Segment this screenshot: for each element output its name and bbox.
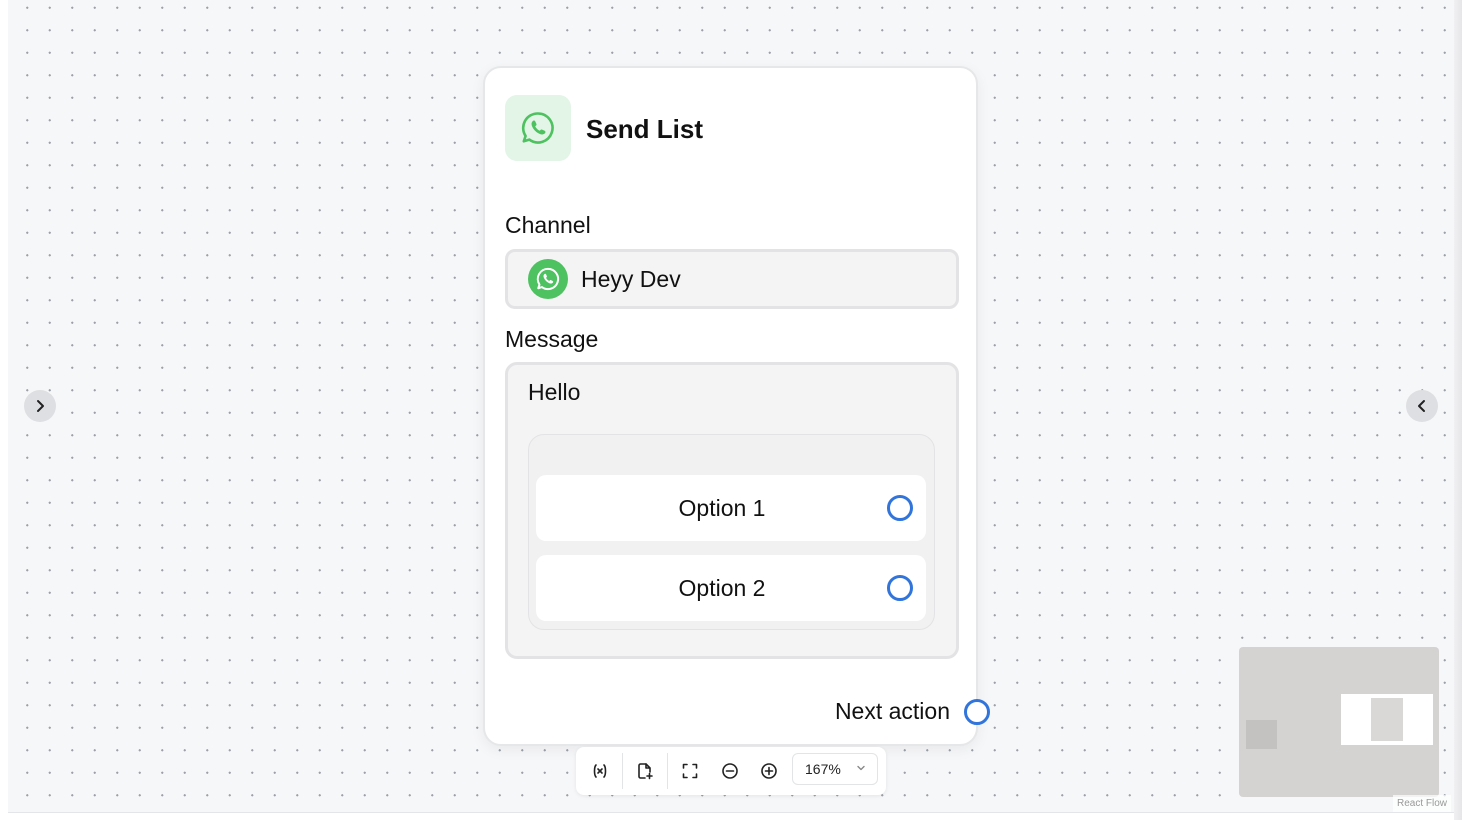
toolbar-divider [622, 753, 623, 789]
minimap-node [1371, 698, 1403, 741]
node-title: Send List [586, 114, 704, 144]
option-label: Option 1 [678, 494, 766, 521]
whatsapp-icon [521, 112, 554, 144]
expand-right-panel-button[interactable] [1406, 390, 1438, 422]
channel-name: Heyy Dev [581, 265, 681, 292]
window-edge [1454, 0, 1462, 820]
options-list: Option 1 Option 2 [528, 434, 935, 630]
toolbar-divider [667, 753, 668, 789]
fit-view-icon [682, 763, 698, 779]
option-1-connection-handle[interactable] [887, 495, 913, 521]
message-text: Hello [528, 379, 581, 405]
zoom-in-button[interactable] [755, 757, 783, 785]
zoom-in-icon [761, 763, 777, 779]
add-file-button[interactable] [631, 757, 659, 785]
zoom-level-value: 167% [805, 761, 841, 777]
zoom-out-button[interactable] [716, 757, 744, 785]
react-flow-attribution[interactable]: React Flow [1393, 795, 1452, 812]
chevron-down-icon [857, 765, 865, 771]
minimap-node [1246, 720, 1277, 749]
message-label: Message [505, 326, 599, 352]
add-file-icon [638, 763, 653, 780]
node-icon-badge [505, 95, 571, 161]
fit-view-button[interactable] [676, 757, 704, 785]
minimap[interactable] [1239, 647, 1439, 797]
next-action-connection-handle[interactable] [964, 699, 990, 725]
chevron-left-icon [1418, 400, 1425, 412]
channel-label: Channel [505, 212, 591, 238]
variables-button[interactable] [586, 757, 614, 785]
chevron-right-icon [37, 400, 44, 412]
expand-left-panel-button[interactable] [24, 390, 56, 422]
list-option-1[interactable]: Option 1 [536, 475, 926, 541]
zoom-out-icon [722, 763, 738, 779]
zoom-level-select[interactable]: 167% [792, 753, 878, 785]
send-list-node[interactable]: Send List Channel Heyy Dev Message Hello… [483, 66, 978, 746]
channel-avatar [528, 259, 568, 299]
variables-icon [593, 764, 607, 778]
list-option-2[interactable]: Option 2 [536, 555, 926, 621]
canvas-toolbar: 167% [576, 747, 886, 795]
next-action-label: Next action [834, 698, 950, 724]
channel-select[interactable]: Heyy Dev [505, 249, 959, 309]
option-2-connection-handle[interactable] [887, 575, 913, 601]
option-label: Option 2 [678, 574, 766, 601]
message-box[interactable]: Hello Option 1 Option 2 [505, 362, 959, 659]
whatsapp-icon [536, 267, 560, 291]
